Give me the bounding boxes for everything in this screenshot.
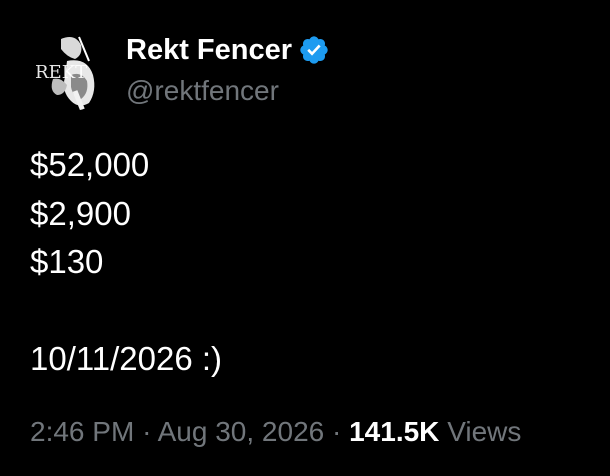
tweet-line: $130 [30,243,104,280]
avatar-logo-text: REKT [35,62,87,83]
tweet-line: $52,000 [30,146,150,183]
views-count[interactable]: 141.5K [349,416,439,447]
meta-separator: · [142,416,152,447]
views-label[interactable]: Views [447,416,521,447]
tweet-time[interactable]: 2:46 PM [30,416,134,447]
author-display-name[interactable]: Rekt Fencer [126,31,330,69]
meta-separator: · [332,416,342,447]
tweet-meta: 2:46 PM · Aug 30, 2026 · 141.5K Views [30,412,521,452]
avatar-image: REKT [31,31,111,111]
author-name-text: Rekt Fencer [126,34,293,66]
tweet-line [30,287,222,336]
verified-badge-icon[interactable] [298,34,330,66]
tweet-text: $52,000 $2,900 $130 10/11/2026 :) [30,141,222,384]
avatar[interactable]: REKT [31,31,111,111]
author-handle[interactable]: @rektfencer [126,72,279,110]
tweet-date[interactable]: Aug 30, 2026 [158,416,325,447]
tweet-line: 10/11/2026 :) [30,340,223,377]
tweet-line: $2,900 [30,194,131,232]
